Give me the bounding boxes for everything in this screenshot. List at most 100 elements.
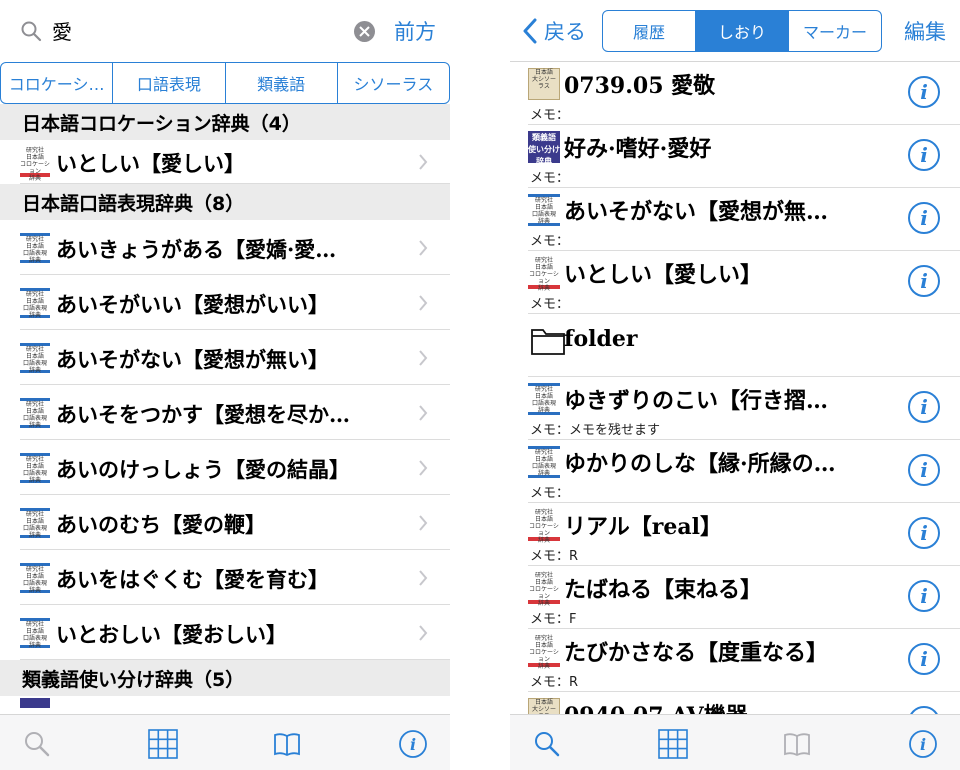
bookmark-row[interactable]: 研究社 日本語 コロケーション 辞典 たばねる【束ねる】 メモ：F i (528, 566, 960, 629)
segment-collocation[interactable]: コロケーシ… (1, 63, 112, 103)
cover-label: 日本語 (25, 462, 44, 470)
cover-label: 辞典 (28, 311, 41, 319)
bookmark-row[interactable]: 類義語 使い分け辞典 好み·嗜好·愛好 メモ： i (528, 125, 960, 188)
bookmark-row[interactable]: 研究社 日本語 口語表現 辞典 あいそがない【愛想が無… メモ： i (528, 188, 960, 251)
book-icon[interactable] (782, 729, 812, 759)
cover-label: 日本語 (25, 242, 44, 250)
segment-colloquial[interactable]: 口語表現 (112, 63, 224, 103)
search-bar: 愛 前方 (0, 0, 450, 62)
chevron-right-icon (419, 569, 428, 586)
cover-label: 日本語 (25, 352, 44, 360)
cover-label: 研究社 (534, 386, 553, 393)
segment-thesaurus[interactable]: シソーラス (336, 63, 449, 103)
cover-label: 辞典 (28, 421, 41, 429)
bookmark-memo: メモ： (530, 171, 570, 186)
info-icon[interactable]: i (908, 265, 940, 297)
result-row[interactable]: 研究社 日本語 口語表現 辞典 あいきょうがある【愛嬌·愛… (20, 220, 450, 275)
cover-label: 日本語 (534, 456, 553, 463)
result-row[interactable]: 研究社 日本語 口語表現 辞典 あいそがいい【愛想がいい】 (20, 275, 450, 330)
history-bookmark-marker-segments: 履歴 しおり マーカー (602, 10, 882, 52)
info-icon[interactable]: i (908, 76, 940, 108)
info-icon[interactable]: i (908, 729, 938, 759)
cover-label: 口語表現 (22, 634, 47, 642)
bookmark-row[interactable]: 研究社 日本語 口語表現 辞典 ゆかりのしな【縁·所縁の… メモ： i (528, 440, 960, 503)
dictionary-cover-icon: 研究社 日本語 口語表現 辞典 (528, 383, 560, 415)
segment-history[interactable]: 履歴 (603, 11, 695, 51)
folder-icon (531, 329, 565, 355)
cover-label: 口語表現 (531, 400, 556, 407)
result-row[interactable]: 研究社 日本語 口語表現 辞典 いとおしい【愛おしい】 (20, 605, 450, 660)
cover-label: 日本語 (534, 204, 553, 211)
cover-label: 辞典 (28, 531, 41, 539)
cover-label: 辞典 (28, 256, 41, 264)
info-icon[interactable]: i (908, 517, 940, 549)
segment-markers[interactable]: マーカー (788, 11, 881, 51)
info-icon[interactable]: i (908, 202, 940, 234)
edit-button[interactable]: 編集 (904, 16, 946, 46)
dictionary-cover-icon: 研究社 日本語 口語表現 辞典 (20, 232, 50, 264)
info-icon[interactable]: i (908, 580, 940, 612)
dictionary-cover-icon: 研究社 日本語 口語表現 辞典 (528, 194, 560, 226)
cover-label: 研究社 (25, 565, 44, 573)
dictionary-cover-icon: 研究社 日本語 口語表現 辞典 (20, 617, 50, 649)
bookmark-memo: メモ：R (530, 675, 579, 690)
bookmark-row[interactable]: 研究社 日本語 コロケーション 辞典 いとしい【愛しい】 メモ： i (528, 251, 960, 314)
info-icon[interactable]: i (908, 454, 940, 486)
search-input[interactable]: 愛 (52, 16, 72, 45)
back-button[interactable]: 戻る (522, 16, 586, 46)
info-icon[interactable]: i (908, 139, 940, 171)
cover-label: 辞典 (28, 175, 41, 182)
cover-label: 辞典 (28, 586, 41, 594)
info-icon[interactable]: i (398, 729, 428, 759)
bookmark-row[interactable]: 研究社 日本語 コロケーション 辞典 リアル【real】 メモ：R i (528, 503, 960, 566)
bookmark-title: ゆきずりのこい【行き摺… (564, 388, 829, 414)
search-icon[interactable] (22, 729, 52, 759)
result-title: あいをはぐくむ【愛を育む】 (56, 566, 329, 592)
result-row[interactable]: 研究社 日本語 口語表現 辞典 あいそがない【愛想が無い】 (20, 330, 450, 385)
bookmark-row[interactable]: 研究社 日本語 コロケーション 辞典 たびかさなる【度重なる】 メモ：R i (528, 629, 960, 692)
info-icon[interactable]: i (908, 391, 940, 423)
bookmark-title: folder (564, 326, 638, 352)
cover-label: 研究社 (25, 235, 44, 243)
result-title: あいのむち【愛の鞭】 (56, 511, 266, 537)
cover-label: 辞典 (537, 407, 550, 414)
result-row[interactable]: 研究社 日本語 コロケーション 辞典 いとしい【愛しい】 (20, 140, 450, 184)
cover-label: 日本語 (534, 516, 553, 523)
dictionary-cover-icon: 研究社 日本語 口語表現 辞典 (528, 446, 560, 478)
segment-bookmarks[interactable]: しおり (695, 11, 788, 51)
bookmark-row[interactable]: 日本語 大シソーラス 0739.05 愛敬 メモ： i (528, 62, 960, 125)
cover-label: コロケーション (20, 161, 50, 175)
cover-label: 研究社 (534, 449, 553, 456)
result-row[interactable]: 研究社 日本語 口語表現 辞典 あいをはぐくむ【愛を育む】 (20, 550, 450, 605)
dictionary-cover-icon: 研究社 日本語 口語表現 辞典 (20, 342, 50, 374)
result-title: あいそがいい【愛想がいい】 (56, 291, 329, 317)
cover-label: 日本語 (534, 642, 553, 649)
bookmark-row[interactable]: 研究社 日本語 口語表現 辞典 ゆきずりのこい【行き摺… メモ：メモを残せます i (528, 377, 960, 440)
cover-label: 研究社 (25, 147, 44, 154)
dictionary-cover-icon: 研究社 日本語 口語表現 辞典 (20, 562, 50, 594)
result-row[interactable]: 研究社 日本語 口語表現 辞典 あいそをつかす【愛想を尽か… (20, 385, 450, 440)
cover-label: コロケーション (529, 649, 559, 663)
search-icon[interactable] (532, 729, 562, 759)
cover-label: 辞典 (28, 476, 41, 484)
cover-label: 日本語 (534, 69, 553, 76)
book-icon[interactable] (272, 729, 302, 759)
right-tab-bar: i (510, 714, 960, 770)
bookmark-memo: メモ： (530, 486, 570, 501)
cover-label: 研究社 (534, 572, 553, 579)
cover-label: 口語表現 (22, 579, 47, 587)
chevron-right-icon (419, 459, 428, 476)
forward-match-button[interactable]: 前方 (394, 16, 436, 46)
grid-icon[interactable] (148, 729, 178, 759)
info-icon[interactable]: i (908, 643, 940, 675)
grid-icon[interactable] (658, 729, 688, 759)
cover-label: 日本語 (25, 517, 44, 525)
result-row[interactable]: 研究社 日本語 口語表現 辞典 あいのけっしょう【愛の結晶】 (20, 440, 450, 495)
dictionary-cover-icon (20, 698, 50, 708)
segment-synonym[interactable]: 類義語 (224, 63, 337, 103)
bookmark-title: たびかさなる【度重なる】 (564, 640, 829, 666)
cover-label: 辞典 (28, 641, 41, 649)
clear-search-button[interactable] (354, 21, 375, 42)
bookmark-folder-row[interactable]: folder (528, 314, 960, 377)
result-row[interactable]: 研究社 日本語 口語表現 辞典 あいのむち【愛の鞭】 (20, 495, 450, 550)
